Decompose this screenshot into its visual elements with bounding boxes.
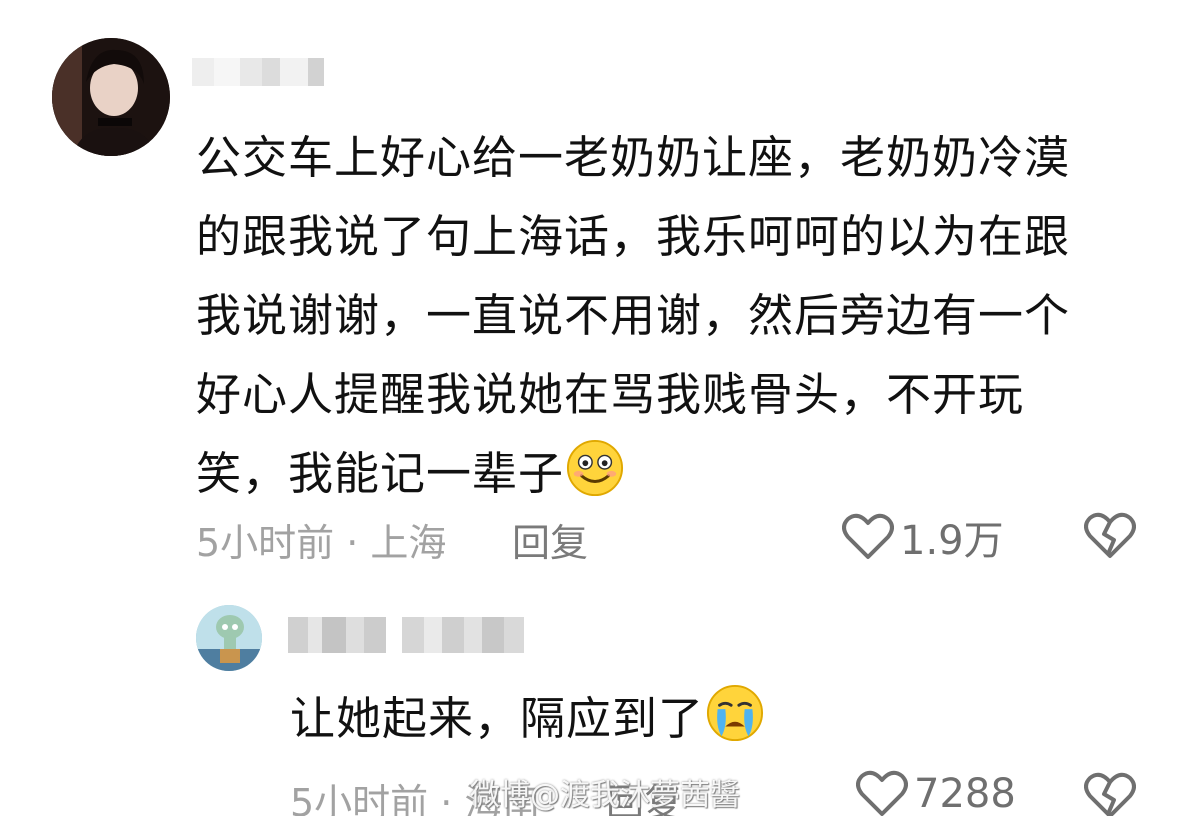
comment-time-location: 5小时前 · 上海 — [196, 521, 447, 565]
comment-body: 公交车上好心给一老奶奶让座，老奶奶冷漠 的跟我说了句上海话，我乐呵呵的以为在跟 … — [196, 118, 1156, 513]
comment-line-last: 笑，我能记一辈子 — [196, 434, 1156, 513]
reply-text: 让她起来，隔应到了 — [290, 692, 705, 745]
replier-name-blurred[interactable] — [288, 617, 524, 653]
comment-like-button[interactable]: 1.9万 — [842, 508, 1004, 566]
commenter-avatar[interactable] — [52, 38, 170, 156]
heart-icon — [856, 770, 908, 816]
commenter-name-blurred[interactable] — [192, 58, 324, 86]
comment-line: 的跟我说了句上海话，我乐呵呵的以为在跟 — [196, 210, 1071, 263]
comment-reply-button[interactable]: 回复 — [512, 512, 588, 567]
comment-line-text: 笑，我能记一辈子 — [196, 447, 565, 500]
reply-body: 让她起来，隔应到了 — [290, 684, 764, 751]
broken-heart-icon — [1084, 772, 1136, 816]
reply-dislike-button[interactable] — [1084, 772, 1136, 816]
comment-line: 好心人提醒我说她在骂我贱骨头，不开玩 — [196, 368, 1025, 421]
reply-like-count: 7288 — [914, 771, 1016, 816]
comment-like-count: 1.9万 — [900, 518, 1004, 564]
heart-icon — [842, 513, 894, 559]
comment-dislike-button[interactable] — [1084, 512, 1136, 564]
comment-line: 我说谢谢，一直说不用谢，然后旁边有一个 — [196, 289, 1071, 342]
comment-line: 公交车上好心给一老奶奶让座，老奶奶冷漠 — [196, 131, 1071, 184]
replier-avatar[interactable] — [196, 605, 262, 671]
comment-thread: 公交车上好心给一老奶奶让座，老奶奶冷漠 的跟我说了句上海话，我乐呵呵的以为在跟 … — [0, 0, 1200, 816]
crying-emoji-icon — [706, 684, 764, 742]
reply-like-button[interactable]: 7288 — [856, 770, 1016, 816]
smile-emoji-icon — [566, 439, 624, 497]
broken-heart-icon — [1084, 512, 1136, 558]
weibo-watermark: 微博@渡我沐夢茜醬 — [470, 778, 740, 813]
